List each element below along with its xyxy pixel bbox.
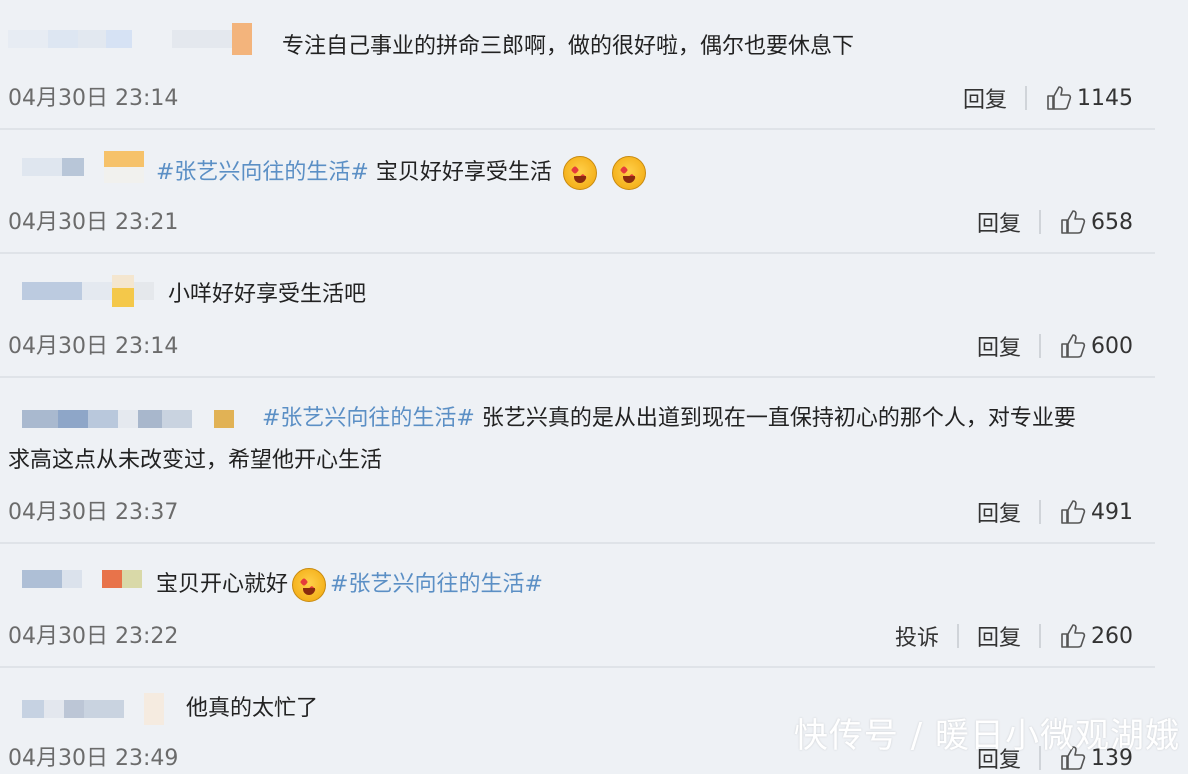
comment-body: 专注自己事业的拼命三郎啊，做的很好啦，偶尔也要休息下 [282,34,855,59]
comment-item: #张艺兴向往的生活# 宝贝好好享受生活 04月30日 23:21 回复 658 [0,130,1155,254]
comment-body: 他真的太忙了 [186,696,319,721]
like-button[interactable]: 658 [1059,208,1133,236]
like-button[interactable]: 1145 [1045,84,1133,112]
comment-actions: 回复 491 [977,496,1133,528]
comment-actions: 回复 1145 [963,82,1133,114]
comment-actions: 投诉 回复 260 [895,620,1133,652]
comment-text: #张艺兴向往的生活# 宝贝好好享受生活 [156,152,650,194]
comment-text: 宝贝开心就好 #张艺兴向往的生活# [156,564,543,606]
thumbs-up-icon [1047,86,1072,110]
comment-item: 专注自己事业的拼命三郎啊，做的很好啦，偶尔也要休息下 04月30日 23:14 … [0,0,1155,130]
watermark: 快传号 / 暖日小微观湖娥 [793,716,1180,756]
comment-body: 宝贝好好享受生活 [368,160,552,185]
heart-eyes-emoji-icon [611,156,646,190]
report-button[interactable]: 投诉 [895,620,939,652]
comment-item: #张艺兴向往的生活# 张艺兴真的是从出道到现在一直保持初心的那个人，对专业要 求… [0,378,1155,544]
comment-body: 张艺兴真的是从出道到现在一直保持初心的那个人，对专业要 [474,406,1076,431]
like-count: 260 [1091,623,1133,649]
like-button[interactable]: 260 [1059,622,1133,650]
comment-time: 04月30日 23:22 [8,624,179,649]
username-blurred[interactable] [8,151,144,183]
username-blurred[interactable] [8,408,234,430]
thumbs-up-icon [1061,500,1086,524]
comment-item: 宝贝开心就好 #张艺兴向往的生活# 04月30日 23:22 投诉 回复 260 [0,544,1155,668]
reply-button[interactable]: 回复 [977,620,1021,652]
thumbs-up-icon [1061,334,1086,358]
comment-time: 04月30日 23:14 [8,334,179,359]
comment-text: #张艺兴向往的生活# 张艺兴真的是从出道到现在一直保持初心的那个人，对专业要 [262,398,1152,440]
topic-link[interactable]: #张艺兴向往的生活# [156,160,369,185]
like-button[interactable]: 491 [1059,498,1133,526]
comment-text: 专注自己事业的拼命三郎啊，做的很好啦，偶尔也要休息下 [282,26,854,68]
like-count: 658 [1091,209,1133,235]
comment-body: 小咩好好享受生活吧 [168,282,367,307]
topic-link[interactable]: #张艺兴向往的生活# [262,406,475,431]
heart-eyes-emoji-icon [292,568,327,602]
divider [1039,500,1041,524]
comment-time: 04月30日 23:14 [8,86,179,111]
username-blurred[interactable] [8,568,142,590]
like-count: 600 [1091,333,1133,359]
comment-time: 04月30日 23:49 [8,746,179,771]
heart-eyes-emoji-icon [562,156,597,190]
reply-button[interactable]: 回复 [977,206,1021,238]
comment-text-continued: 求高这点从未改变过，希望他开心生活 [8,440,382,482]
comment-actions: 回复 658 [977,206,1133,238]
comment-text: 他真的太忙了 [186,688,318,730]
reply-button[interactable]: 回复 [977,330,1021,362]
divider [1039,334,1041,358]
like-button[interactable]: 600 [1059,332,1133,360]
comment-time: 04月30日 23:37 [8,500,179,525]
topic-link[interactable]: #张艺兴向往的生活# [330,572,543,597]
username-blurred[interactable] [8,693,164,725]
divider [1039,210,1041,234]
divider [956,624,959,648]
comment-item: 小咩好好享受生活吧 04月30日 23:14 回复 600 [0,254,1155,378]
username-blurred[interactable] [8,23,252,55]
like-count: 1145 [1077,85,1133,111]
reply-button[interactable]: 回复 [963,82,1007,114]
comment-body: 宝贝开心就好 [156,572,289,597]
comment-time: 04月30日 23:21 [8,210,179,235]
divider [1025,86,1027,110]
thumbs-up-icon [1061,210,1086,234]
comment-text: 小咩好好享受生活吧 [168,274,366,316]
username-blurred[interactable] [8,275,154,307]
like-count: 491 [1091,499,1133,525]
comment-body: 求高这点从未改变过，希望他开心生活 [8,448,383,473]
reply-button[interactable]: 回复 [977,496,1021,528]
comment-actions: 回复 600 [977,330,1133,362]
thumbs-up-icon [1061,624,1086,648]
divider [1039,624,1041,648]
comment-list: 专注自己事业的拼命三郎啊，做的很好啦，偶尔也要休息下 04月30日 23:14 … [0,0,1155,773]
